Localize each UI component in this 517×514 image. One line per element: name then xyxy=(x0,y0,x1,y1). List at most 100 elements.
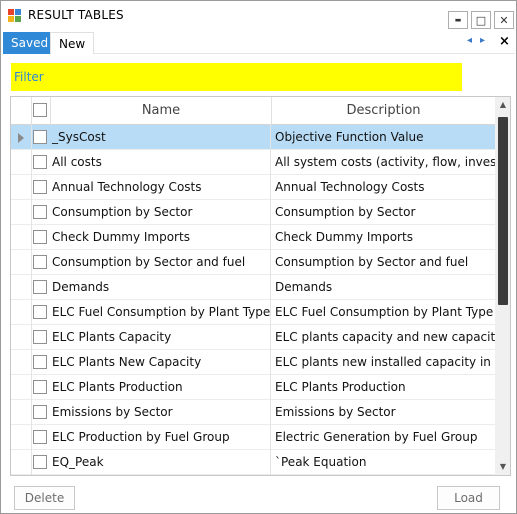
table-row[interactable]: Emissions by Sector Emissions by Sector xyxy=(11,400,495,425)
row-name-cell[interactable]: All costs xyxy=(51,150,271,175)
select-all-cell xyxy=(32,97,51,125)
row-name-cell[interactable]: Check Dummy Imports xyxy=(51,225,271,250)
row-name-cell[interactable]: ELC Plants Capacity xyxy=(51,325,271,350)
row-description-cell[interactable]: Objective Function Value xyxy=(272,125,495,150)
row-header[interactable] xyxy=(11,425,32,450)
title-bar[interactable]: RESULT TABLES ▬ □ ✕ xyxy=(1,1,516,32)
row-description-cell[interactable]: Consumption by Sector xyxy=(272,200,495,225)
row-description-cell[interactable]: ELC Plants Production xyxy=(272,375,495,400)
close-button[interactable]: ✕ xyxy=(494,11,514,29)
row-header[interactable] xyxy=(11,275,32,300)
table-row[interactable]: ELC Plants New Capacity ELC plants new in… xyxy=(11,350,495,375)
row-name-cell[interactable]: Consumption by Sector and fuel xyxy=(51,250,271,275)
table-row[interactable]: EQ_Peak `Peak Equation xyxy=(11,450,495,475)
row-name-cell[interactable]: ELC Production by Fuel Group xyxy=(51,425,271,450)
filter-input[interactable] xyxy=(11,63,462,91)
row-checkbox[interactable] xyxy=(33,380,47,394)
row-name-cell[interactable]: ELC Fuel Consumption by Plant Type xyxy=(51,300,271,325)
row-description-cell[interactable]: Check Dummy Imports xyxy=(272,225,495,250)
grid-header: Name Description xyxy=(11,97,495,125)
row-name-cell[interactable]: Annual Technology Costs xyxy=(51,175,271,200)
table-row[interactable]: Annual Technology Costs Annual Technology… xyxy=(11,175,495,200)
select-all-checkbox[interactable] xyxy=(33,103,47,117)
row-checkbox[interactable] xyxy=(33,455,47,469)
row-checkbox[interactable] xyxy=(33,180,47,194)
delete-button[interactable]: Delete xyxy=(14,486,75,510)
row-header[interactable] xyxy=(11,350,32,375)
tab-new[interactable]: New xyxy=(50,32,95,54)
tab-saved[interactable]: Saved xyxy=(3,32,57,54)
app-icon xyxy=(8,9,22,23)
row-description-cell[interactable]: ELC plants capacity and new capacity xyxy=(272,325,495,350)
row-name-cell[interactable]: Consumption by Sector xyxy=(51,200,271,225)
row-header[interactable] xyxy=(11,225,32,250)
row-description-cell[interactable]: Electric Generation by Fuel Group xyxy=(272,425,495,450)
column-header-name[interactable]: Name xyxy=(51,97,272,125)
grid-rows: _SysCost Objective Function Value All cost… xyxy=(11,125,495,475)
row-description-cell[interactable]: `Peak Equation xyxy=(272,450,495,475)
row-checkbox[interactable] xyxy=(33,355,47,369)
row-header[interactable] xyxy=(11,300,32,325)
maximize-button[interactable]: □ xyxy=(471,11,491,29)
row-checkbox[interactable] xyxy=(33,205,47,219)
window-title: RESULT TABLES xyxy=(28,8,124,22)
table-row[interactable]: Consumption by Sector Consumption by Sect… xyxy=(11,200,495,225)
table-row[interactable]: All costs All system costs (activity, flo… xyxy=(11,150,495,175)
row-description-cell[interactable]: Annual Technology Costs xyxy=(272,175,495,200)
table-row[interactable]: ELC Fuel Consumption by Plant Type ELC Fu… xyxy=(11,300,495,325)
row-header[interactable] xyxy=(11,375,32,400)
row-header[interactable] xyxy=(11,325,32,350)
table-row[interactable]: Demands Demands xyxy=(11,275,495,300)
result-tables-window: RESULT TABLES ▬ □ ✕ Saved New ◂ ▸ × Name… xyxy=(0,0,517,514)
row-header-corner xyxy=(11,97,32,125)
row-header[interactable] xyxy=(11,200,32,225)
tab-strip: Saved New ◂ ▸ × xyxy=(3,32,515,54)
tab-close-icon[interactable]: × xyxy=(499,34,510,49)
result-tables-grid: Name Description _SysCost Objective Funct… xyxy=(10,96,511,476)
maximize-icon: □ xyxy=(475,13,487,27)
row-name-cell[interactable]: EQ_Peak xyxy=(51,450,271,475)
row-description-cell[interactable]: Emissions by Sector xyxy=(272,400,495,425)
row-name-cell[interactable]: ELC Plants Production xyxy=(51,375,271,400)
row-name-cell[interactable]: ELC Plants New Capacity xyxy=(51,350,271,375)
row-checkbox[interactable] xyxy=(33,405,47,419)
row-checkbox[interactable] xyxy=(33,230,47,244)
scrollbar-thumb[interactable] xyxy=(498,117,508,305)
table-row[interactable]: Consumption by Sector and fuel Consumptio… xyxy=(11,250,495,275)
row-name-cell[interactable]: _SysCost xyxy=(51,125,271,150)
row-description-cell[interactable]: Consumption by Sector and fuel xyxy=(272,250,495,275)
row-checkbox[interactable] xyxy=(33,430,47,444)
scroll-down-icon[interactable]: ▼ xyxy=(495,459,510,475)
row-header[interactable] xyxy=(11,175,32,200)
scroll-up-icon[interactable]: ▲ xyxy=(495,97,510,113)
table-row[interactable]: _SysCost Objective Function Value xyxy=(11,125,495,150)
row-name-cell[interactable]: Emissions by Sector xyxy=(51,400,271,425)
row-checkbox[interactable] xyxy=(33,255,47,269)
table-row[interactable]: ELC Plants Production ELC Plants Producti… xyxy=(11,375,495,400)
row-header[interactable] xyxy=(11,150,32,175)
tab-scroll-left-icon[interactable]: ◂ xyxy=(467,35,472,46)
table-row[interactable]: ELC Production by Fuel Group Electric Gen… xyxy=(11,425,495,450)
row-header[interactable] xyxy=(11,450,32,475)
row-description-cell[interactable]: ELC plants new installed capacity in ea.… xyxy=(272,350,495,375)
row-description-cell[interactable]: ELC Fuel Consumption by Plant Type xyxy=(272,300,495,325)
row-description-cell[interactable]: All system costs (activity, flow, invest… xyxy=(272,150,495,175)
tab-scroll-right-icon[interactable]: ▸ xyxy=(480,35,485,46)
row-checkbox[interactable] xyxy=(33,130,47,144)
row-checkbox[interactable] xyxy=(33,305,47,319)
row-header[interactable] xyxy=(11,250,32,275)
column-header-description[interactable]: Description xyxy=(272,97,495,125)
row-description-cell[interactable]: Demands xyxy=(272,275,495,300)
load-button[interactable]: Load xyxy=(437,486,500,510)
row-checkbox[interactable] xyxy=(33,280,47,294)
row-name-cell[interactable]: Demands xyxy=(51,275,271,300)
row-checkbox[interactable] xyxy=(33,330,47,344)
vertical-scrollbar[interactable]: ▲ ▼ xyxy=(495,97,510,475)
minimize-button[interactable]: ▬ xyxy=(448,11,468,29)
row-header[interactable] xyxy=(11,125,32,150)
row-header[interactable] xyxy=(11,400,32,425)
table-row[interactable]: ELC Plants Capacity ELC plants capacity a… xyxy=(11,325,495,350)
table-row[interactable]: Check Dummy Imports Check Dummy Imports xyxy=(11,225,495,250)
row-checkbox[interactable] xyxy=(33,155,47,169)
minimize-icon: ▬ xyxy=(454,16,462,24)
